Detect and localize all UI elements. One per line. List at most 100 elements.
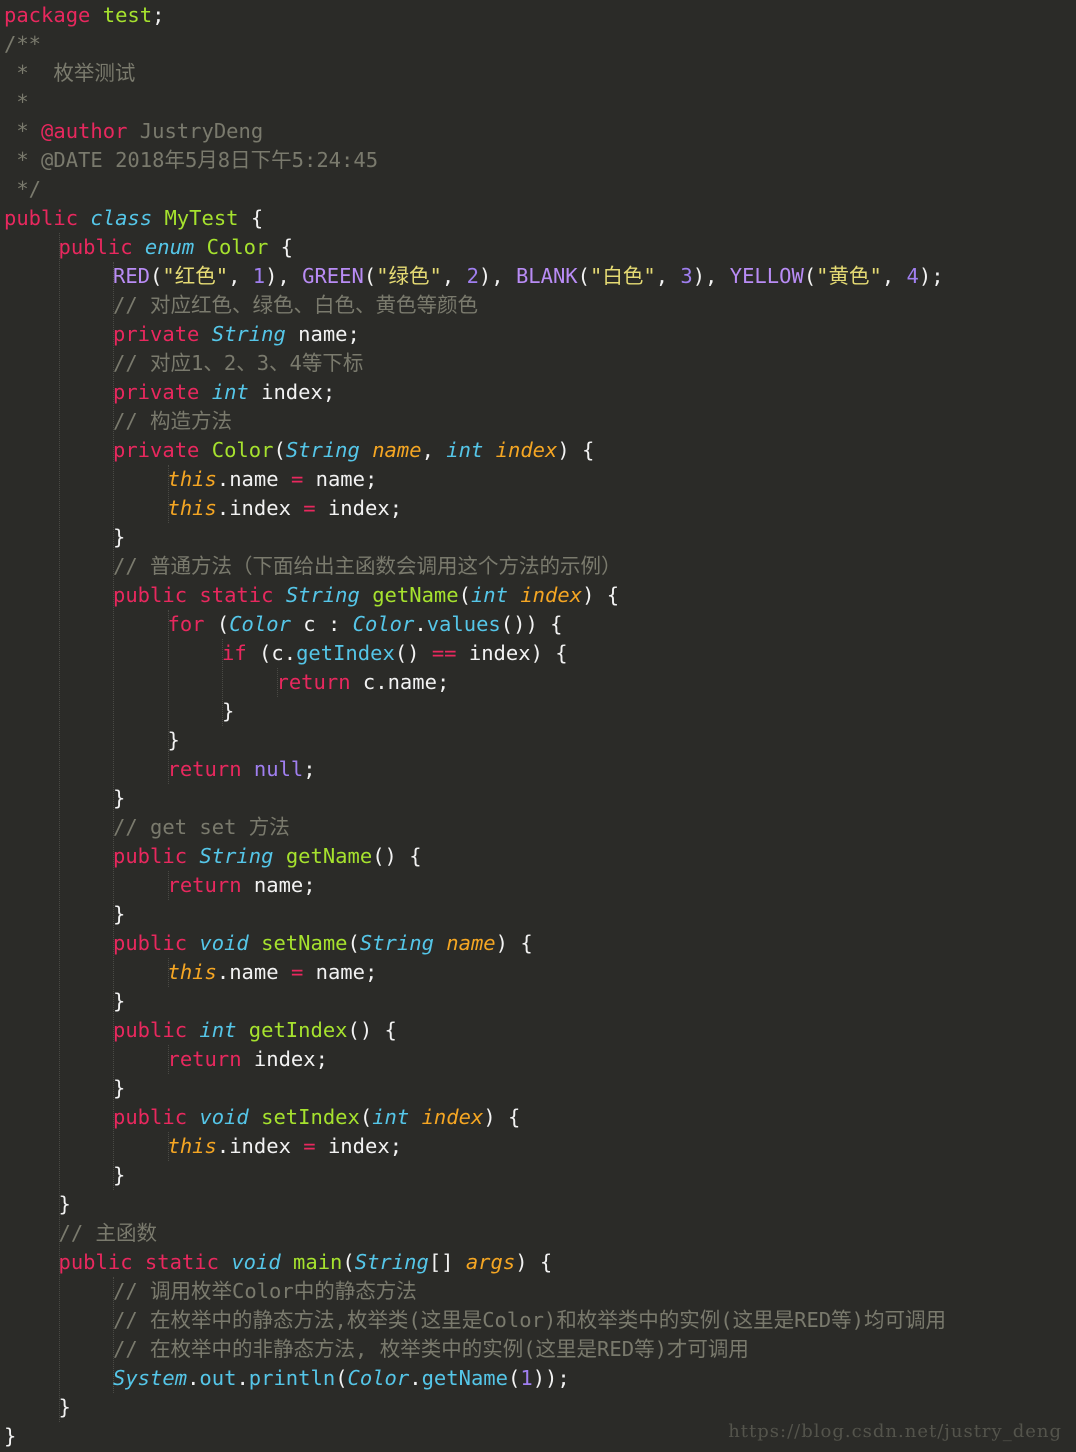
code-token-punc — [219, 1250, 231, 1274]
code-token-cmt: // 在枚举中的非静态方法, 枚举类中的实例(这里是RED等)才可调用 — [113, 1337, 749, 1361]
code-token-punc — [236, 1018, 248, 1042]
code-line: // 对应红色、绿色、白色、黄色等颜色 — [0, 291, 1076, 320]
code-line: /** — [0, 30, 1076, 59]
code-token-plain: name — [315, 960, 365, 984]
code-token-punc: ( — [335, 1366, 348, 1390]
code-token-param: args — [465, 1250, 516, 1274]
code-token-punc: ; — [389, 496, 403, 520]
code-token-param: index — [421, 1105, 484, 1129]
code-token-kw: for — [167, 612, 205, 636]
code-line: return index; — [0, 1045, 1076, 1074]
code-line: } — [0, 1074, 1076, 1103]
code-line: */ — [0, 175, 1076, 204]
code-token-punc: ( — [577, 264, 590, 288]
code-token-punc: ()) { — [500, 612, 563, 636]
code-token-enumc: RED — [113, 264, 151, 288]
code-token-punc — [133, 1250, 145, 1274]
code-token-op: == — [431, 641, 457, 665]
code-token-punc: ; — [303, 873, 316, 897]
code-line: } — [0, 900, 1076, 929]
code-token-punc: ), — [478, 264, 516, 288]
code-token-op: = — [290, 960, 304, 984]
code-token-decl: getIndex — [248, 1018, 348, 1042]
code-token-punc — [303, 467, 315, 491]
code-token-kw: static — [144, 1250, 219, 1274]
code-token-param: name — [372, 438, 422, 462]
code-line: public void setIndex(int index) { — [0, 1103, 1076, 1132]
code-token-type: String — [285, 583, 360, 607]
code-line: public enum Color { — [0, 233, 1076, 262]
code-line: public static void main(String[] args) { — [0, 1248, 1076, 1277]
code-token-punc: } — [113, 525, 126, 549]
code-token-punc — [286, 322, 298, 346]
code-token-punc: ( — [204, 612, 230, 636]
code-token-punc — [133, 235, 145, 259]
code-token-param: index — [495, 438, 558, 462]
code-token-plain: name — [253, 873, 304, 897]
code-line: return null; — [0, 755, 1076, 784]
code-line: private int index; — [0, 378, 1076, 407]
code-line: this.index = index; — [0, 1132, 1076, 1161]
code-token-kw: return — [167, 873, 242, 897]
code-token-punc: ), — [692, 264, 730, 288]
code-token-kw: public — [58, 235, 133, 259]
code-line: // 在枚举中的静态方法,枚举类(这里是Color)和枚举类中的实例(这里是RE… — [0, 1306, 1076, 1335]
code-token-type: void — [199, 931, 249, 955]
code-token-plain: name — [315, 467, 365, 491]
code-token-punc — [199, 438, 211, 462]
code-token-kw: static — [199, 583, 274, 607]
code-line: } — [0, 1161, 1076, 1190]
code-token-op: = — [303, 496, 316, 520]
code-token-kw: return — [167, 757, 242, 781]
code-token-plain: index — [327, 496, 390, 520]
code-token-punc — [242, 873, 254, 897]
code-line: * — [0, 88, 1076, 117]
code-line: * 枚举测试 — [0, 59, 1076, 88]
code-token-punc — [187, 1018, 199, 1042]
code-line: } — [0, 726, 1076, 755]
code-token-type: class — [90, 206, 153, 230]
code-token-enumc: YELLOW — [729, 264, 804, 288]
code-token-punc: . — [216, 467, 230, 491]
code-token-plain: name — [229, 467, 279, 491]
code-token-kw: public — [113, 1018, 188, 1042]
code-token-punc: ( — [273, 438, 286, 462]
code-token-kw: public — [113, 931, 188, 955]
code-token-punc: ( — [342, 1250, 355, 1274]
code-token-type: String — [199, 844, 274, 868]
code-token-cmt: * — [4, 119, 42, 143]
code-token-punc — [187, 1105, 199, 1129]
code-token-punc: . — [187, 1366, 200, 1390]
code-token-plain: index — [229, 496, 291, 520]
code-token-punc: ); — [918, 264, 944, 288]
code-token-punc: , — [655, 264, 681, 288]
code-line: // 普通方法（下面给出主函数会调用这个方法的示例） — [0, 552, 1076, 581]
code-token-kw: if — [222, 641, 247, 665]
code-editor[interactable]: package test;/** * 枚举测试 * * @author Just… — [0, 0, 1076, 1452]
code-token-plain: c — [362, 670, 376, 694]
code-token-type: String — [211, 322, 286, 346]
code-token-call: getName — [421, 1366, 508, 1390]
code-token-cmt: // 普通方法（下面给出主函数会调用这个方法的示例） — [113, 554, 622, 578]
code-token-type: System — [113, 1366, 188, 1390]
code-token-plain: index — [229, 1134, 291, 1158]
code-token-decl: setIndex — [261, 1105, 360, 1129]
code-token-punc: ) { — [557, 438, 595, 462]
code-token-decl: getName — [372, 583, 459, 607]
code-token-punc: } — [222, 699, 235, 723]
code-token-punc: ; — [365, 960, 378, 984]
code-token-punc: ( — [359, 1105, 373, 1129]
code-token-punc — [316, 496, 328, 520]
code-token-param: index — [520, 583, 583, 607]
code-token-punc: ( — [458, 583, 471, 607]
code-token-call: values — [426, 612, 501, 636]
code-token-call: getIndex — [296, 641, 395, 665]
code-token-punc: . — [283, 641, 297, 665]
code-token-decl: test — [102, 3, 153, 27]
code-token-punc: () { — [372, 844, 422, 868]
code-token-kw: package — [4, 3, 91, 27]
code-token-punc — [249, 380, 261, 404]
code-line: // 对应1、2、3、4等下标 — [0, 349, 1076, 378]
code-token-kw: return — [167, 1047, 242, 1071]
code-token-punc: ; — [436, 670, 450, 694]
